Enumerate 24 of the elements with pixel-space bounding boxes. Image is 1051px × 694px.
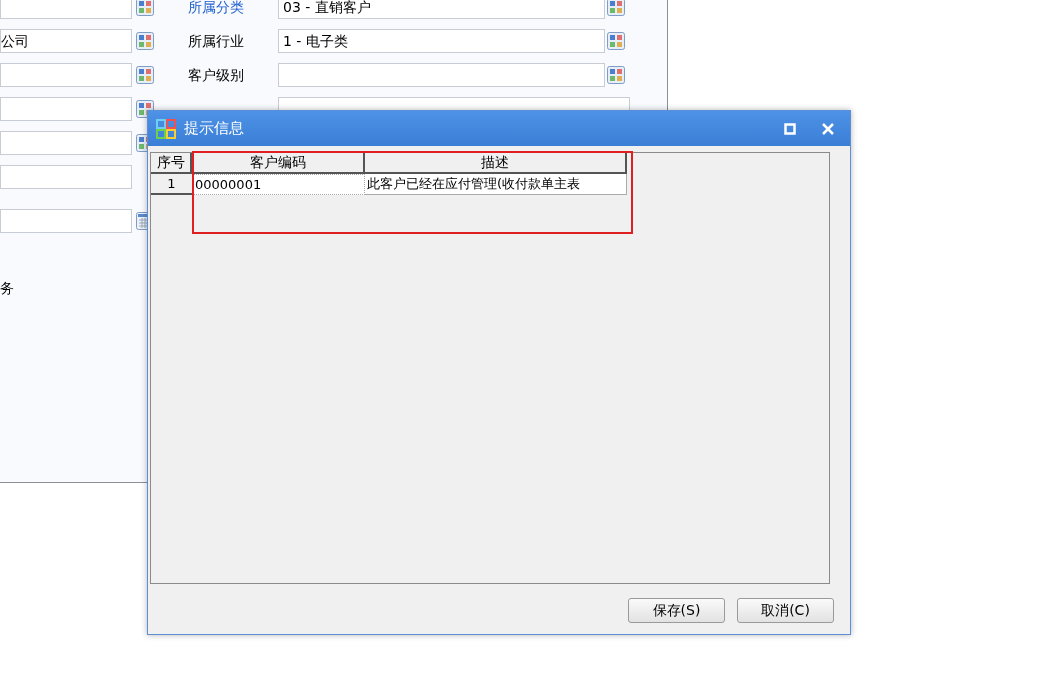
grid-icon[interactable] [607, 32, 625, 50]
field-label: 所属行业 [188, 31, 245, 51]
grid-icon[interactable] [136, 32, 154, 50]
grid-icon[interactable] [136, 0, 154, 16]
grid-icon[interactable] [136, 66, 154, 84]
table-cell: 此客户已经在应付管理(收付款单主表 [365, 174, 627, 195]
field-label: 务 [0, 279, 15, 298]
dialog-button[interactable]: 取消(C) [737, 598, 834, 623]
field-label: 客户级别 [188, 65, 245, 85]
column-header[interactable]: 描述 [365, 153, 627, 174]
field-label[interactable]: 所属分类 [188, 0, 278, 18]
window-title: 提示信息 [184, 118, 244, 140]
close-icon[interactable] [822, 122, 834, 135]
text-field[interactable]: 03 - 直销客户 [278, 0, 605, 19]
grid-icon[interactable] [607, 0, 625, 16]
app-logo-icon [156, 118, 176, 139]
table-cell: 00000001 [192, 174, 365, 195]
maximize-icon[interactable] [784, 122, 796, 135]
text-field[interactable]: 公司 [0, 29, 132, 53]
grid-icon[interactable] [607, 66, 625, 84]
text-field[interactable]: 1 - 电子类 [278, 29, 605, 53]
dialog-button[interactable]: 保存(S) [628, 598, 725, 623]
column-header[interactable]: 客户编码 [192, 153, 365, 174]
column-header[interactable]: 序号 [151, 153, 192, 174]
